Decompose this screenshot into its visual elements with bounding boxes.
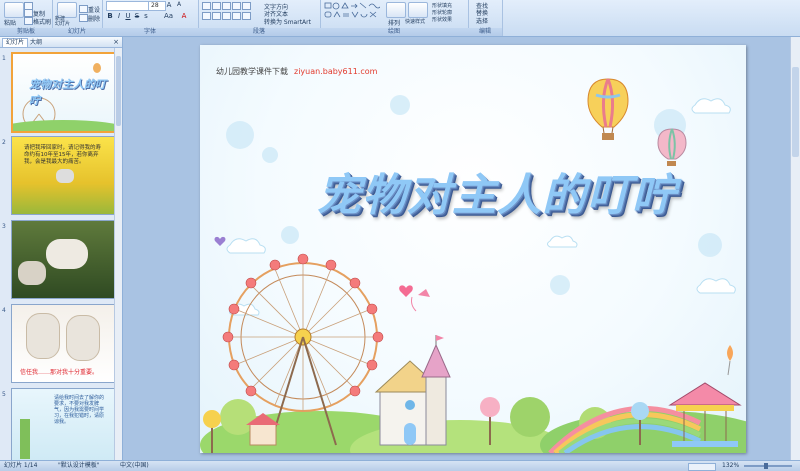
columns-icon[interactable] — [242, 12, 251, 20]
slide-thumbnail-1[interactable]: 宠物对主人的叮咛 — [11, 52, 117, 133]
thumb-4-kitten-2 — [66, 315, 100, 361]
paste-icon[interactable] — [4, 2, 24, 18]
slide-number: 4 — [2, 307, 6, 314]
editor-scrollbar[interactable] — [790, 37, 800, 460]
heart-pink — [399, 285, 413, 297]
slide-canvas[interactable]: 幼儿园教学课件下载 ziyuan.baby611.com 宠物对主人的叮咛 — [200, 45, 746, 453]
shape-effects-button[interactable]: 形状效果 — [432, 16, 452, 23]
pane-scrollbar[interactable] — [114, 48, 122, 460]
convert-smartart-button[interactable]: 转换为 SmartArt — [264, 17, 311, 26]
align-right-icon[interactable] — [222, 12, 231, 20]
ribbon: 粘贴 复制 格式刷 剪贴板 新建 幻灯片 重设 删除 幻灯片 28 A A B … — [0, 0, 800, 37]
bullets-icon[interactable] — [202, 2, 211, 10]
drawing-group: 排列 快速样式 形状填充 形状轮廓 形状效果 绘图 — [320, 0, 469, 36]
status-bar: 幻灯片 1/14 "默认设计模板" 中文(中国) 132% — [0, 460, 800, 471]
thumb-2-text: 请把我带回家时，请记得我的寿命约有10年至15年，若你离弃我，会是我最大的痛苦。 — [24, 145, 102, 165]
editor-scroll-thumb[interactable] — [792, 67, 799, 157]
slide-number: 2 — [2, 139, 6, 146]
thumb-4-text: 信任我……那对我十分重要。 — [20, 369, 99, 376]
thumb-2-pet — [56, 169, 74, 183]
arrange-button[interactable]: 排列 — [388, 18, 400, 27]
format-painter-icon[interactable] — [24, 17, 33, 25]
slide-number: 5 — [2, 391, 6, 398]
heart-purple — [214, 236, 226, 246]
editing-group-label: 编辑 — [468, 28, 502, 36]
slide-number: 1 — [2, 55, 6, 62]
pane-scroll-thumb[interactable] — [116, 56, 121, 126]
slide-illustration — [200, 78, 746, 453]
reset-button[interactable]: 重设 — [88, 5, 100, 14]
balloon-orange — [727, 345, 733, 361]
tab-slides[interactable]: 幻灯片 — [2, 38, 29, 47]
shadow-icon[interactable]: s — [142, 12, 150, 20]
thumb-3-pet-small — [18, 261, 46, 285]
arrange-icon[interactable] — [386, 2, 406, 18]
slide-thumbnail-4[interactable]: 信任我……那对我十分重要。 — [11, 304, 115, 383]
slides-pane: 幻灯片 大纲 × 1 宠物对主人的叮咛 2 请把我带回家时，请记得我的寿命约有1… — [0, 37, 123, 462]
clipboard-group: 粘贴 复制 格式刷 剪贴板 — [0, 0, 53, 36]
thumb-1-title: 宠物对主人的叮咛 — [29, 78, 106, 107]
italic-icon[interactable]: I — [115, 12, 123, 20]
font-name-combo[interactable] — [106, 1, 150, 11]
thumb-3-pet — [46, 239, 88, 269]
numbering-icon[interactable] — [212, 2, 221, 10]
grow-font-icon[interactable]: A — [165, 1, 173, 9]
font-color-icon[interactable]: A — [180, 12, 188, 20]
clipboard-group-label: 剪贴板 — [0, 28, 52, 36]
slide-thumbnail-3[interactable] — [11, 220, 115, 299]
slide-number: 3 — [2, 223, 6, 230]
align-center-icon[interactable] — [212, 12, 221, 20]
increase-indent-icon[interactable] — [232, 2, 241, 10]
copy-icon[interactable] — [24, 9, 33, 17]
slide-header: 幼儿园教学课件下载 ziyuan.baby611.com — [216, 66, 377, 77]
kite-pink — [418, 289, 430, 297]
tab-outline[interactable]: 大纲 — [26, 38, 46, 47]
quick-styles-button[interactable]: 快速样式 — [405, 18, 425, 25]
paste-button[interactable]: 粘贴 — [4, 18, 16, 27]
drawing-group-label: 绘图 — [320, 28, 468, 36]
editing-group: 查找 替换 选择 编辑 — [468, 0, 503, 36]
hot-air-balloon-large — [587, 78, 629, 140]
justify-icon[interactable] — [232, 12, 241, 20]
slide-editor: 幼儿园教学课件下载 ziyuan.baby611.com 宠物对主人的叮咛 — [123, 37, 800, 460]
zoom-slider-thumb[interactable] — [764, 463, 768, 469]
line-spacing-icon[interactable] — [242, 2, 251, 10]
paragraph-group-label: 段落 — [198, 28, 320, 36]
zoom-slider[interactable] — [744, 465, 792, 467]
slide-thumbnail-2[interactable]: 请把我带回家时，请记得我的寿命约有10年至15年，若你离弃我，会是我最大的痛苦。 — [11, 136, 115, 215]
change-case-icon[interactable]: Aa — [164, 12, 173, 20]
delete-icon[interactable] — [79, 14, 88, 22]
select-button[interactable]: 选择 — [476, 16, 488, 25]
bold-icon[interactable]: B — [106, 12, 114, 20]
thumb-4-kitten-1 — [26, 313, 60, 359]
thumb-5-plant — [20, 419, 30, 459]
format-painter-button[interactable]: 格式刷 — [33, 17, 51, 26]
shapes-gallery-icon[interactable] — [324, 2, 380, 24]
slide-thumbnail-5[interactable]: 请给我时间去了解你的要求，不要对我发脾气，因为我需要时间学习，在我犯错时，请原谅… — [11, 388, 115, 462]
reset-icon[interactable] — [79, 5, 88, 13]
shrink-font-icon[interactable]: A — [175, 1, 183, 9]
delete-button[interactable]: 删除 — [88, 14, 100, 23]
font-size-combo[interactable]: 28 — [148, 1, 166, 11]
shape-fill-button[interactable]: 形状填充 — [432, 2, 452, 9]
align-left-icon[interactable] — [202, 12, 211, 20]
pane-tabs: 幻灯片 大纲 × — [0, 37, 122, 48]
quick-styles-icon[interactable] — [408, 2, 428, 18]
header-label: 幼儿园教学课件下载 — [216, 67, 288, 76]
underline-icon[interactable]: U — [124, 12, 132, 20]
slides-group-label: 幻灯片 — [52, 28, 102, 36]
slide-title[interactable]: 宠物对主人的叮咛 — [317, 159, 677, 223]
font-group-label: 字体 — [102, 28, 198, 36]
castle — [374, 335, 451, 446]
slides-group: 新建 幻灯片 重设 删除 幻灯片 — [52, 0, 103, 36]
thumb-5-text: 请给我时间去了解你的要求，不要对我发脾气，因为我需要时间学习，在我犯错时，请原谅… — [54, 395, 105, 425]
close-icon[interactable]: × — [113, 38, 119, 46]
strikethrough-icon[interactable]: S — [133, 12, 141, 20]
header-url[interactable]: ziyuan.baby611.com — [294, 67, 377, 76]
paragraph-group: 文字方向 对齐文本 转换为 SmartArt 段落 — [198, 0, 321, 36]
new-slide-button[interactable]: 新建 幻灯片 — [55, 17, 70, 27]
shape-outline-button[interactable]: 形状轮廓 — [432, 9, 452, 16]
decrease-indent-icon[interactable] — [222, 2, 231, 10]
font-group: 28 A A B I U S s Aa A 字体 — [102, 0, 199, 36]
